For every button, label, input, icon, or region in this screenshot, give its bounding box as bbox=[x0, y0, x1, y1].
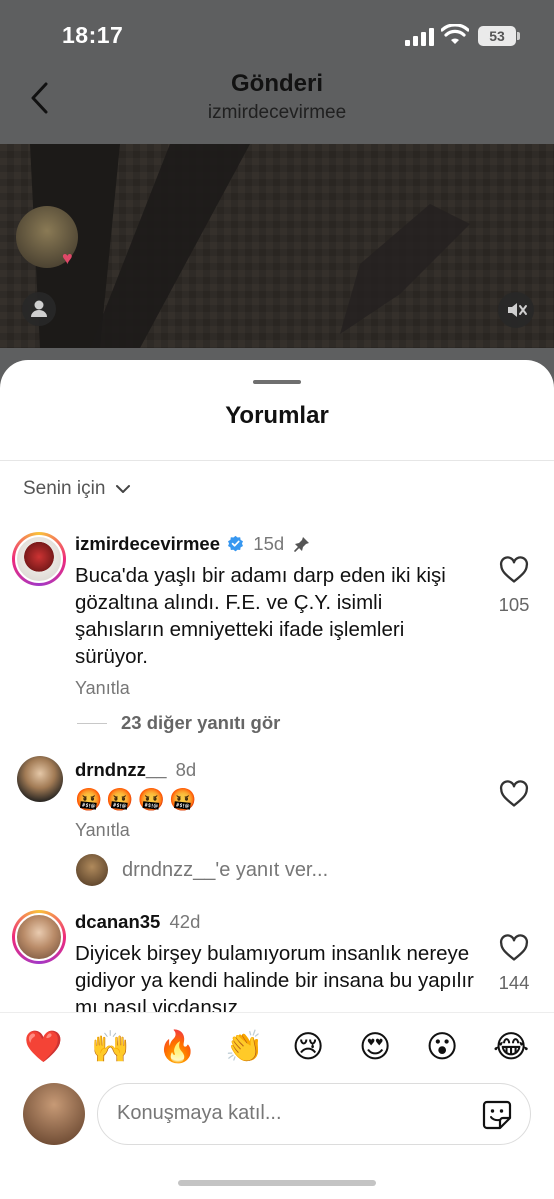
post-header: Gönderi izmirdecevirmee bbox=[0, 62, 554, 144]
heart-icon: ♥ bbox=[62, 248, 73, 268]
reply-prompt: drndnzz__'e yanıt ver... bbox=[122, 858, 329, 881]
reaction-clapping[interactable]: 👏 bbox=[225, 1029, 264, 1065]
comment-input-placeholder: Konuşmaya katıl... bbox=[117, 1102, 282, 1124]
sort-dropdown[interactable]: Senin için bbox=[23, 478, 131, 500]
wifi-icon bbox=[441, 24, 469, 44]
verified-badge-icon bbox=[228, 535, 244, 552]
my-avatar-small bbox=[76, 854, 108, 886]
view-replies-label: 23 diğer yanıtı gör bbox=[121, 712, 281, 733]
reply-to-comment-field[interactable]: drndnzz__'e yanıt ver... bbox=[76, 854, 328, 886]
reaction-heart-eyes[interactable]: 😍 bbox=[359, 1029, 391, 1065]
divider bbox=[0, 460, 554, 461]
reply-button[interactable]: Yanıtla bbox=[75, 820, 130, 841]
like-heart-icon[interactable] bbox=[498, 780, 530, 808]
like-count: 105 bbox=[498, 594, 530, 615]
reaction-laughing[interactable]: 😂 bbox=[493, 1029, 529, 1065]
comment-username[interactable]: drndnzz__ bbox=[75, 759, 166, 780]
reaction-surprised[interactable]: 😮 bbox=[426, 1029, 458, 1065]
composer-area: ❤️ 🙌 🔥 👏 😢 😍 😮 😂 Konuşmaya katıl... bbox=[0, 1012, 554, 1192]
cellular-signal-icon bbox=[405, 28, 435, 46]
my-avatar bbox=[23, 1083, 85, 1145]
reply-button[interactable]: Yanıtla bbox=[75, 678, 130, 699]
comment-text: Buca'da yaşlı bir adamı darp eden iki ki… bbox=[75, 564, 446, 668]
comment-age: 8d bbox=[175, 759, 197, 780]
comment-avatar[interactable] bbox=[12, 532, 66, 586]
like-heart-icon[interactable] bbox=[498, 556, 530, 584]
post-media[interactable]: ♥ bbox=[0, 144, 554, 348]
comments-title: Yorumlar bbox=[225, 402, 329, 429]
comment-text: Diyicek birşey bulamıyorum insanlık nere… bbox=[75, 942, 474, 1012]
like-heart-icon[interactable] bbox=[498, 934, 530, 962]
comment-avatar[interactable] bbox=[12, 910, 66, 964]
page-subtitle-username[interactable]: izmirdecevirmee bbox=[0, 102, 554, 124]
pin-icon bbox=[294, 537, 310, 552]
reaction-fire[interactable]: 🔥 bbox=[158, 1029, 197, 1065]
reaction-raising-hands[interactable]: 🙌 bbox=[91, 1029, 130, 1065]
status-time: 18:17 bbox=[62, 22, 124, 48]
comment-input[interactable]: Konuşmaya katıl... bbox=[97, 1083, 531, 1145]
comment-age: 15d bbox=[253, 533, 285, 554]
reaction-heart[interactable]: ❤️ bbox=[24, 1029, 63, 1065]
comments-sheet: Yorumlar Senin için izmirdecevirmee 15d … bbox=[0, 360, 554, 1199]
home-indicator bbox=[178, 1180, 376, 1186]
comment-text: 🤬🤬🤬🤬 bbox=[75, 787, 201, 812]
media-pixelated-image bbox=[0, 144, 554, 348]
view-replies-button[interactable]: 23 diğer yanıtı gör bbox=[77, 712, 280, 734]
like-count: 144 bbox=[498, 972, 530, 993]
sort-label: Senin için bbox=[23, 478, 106, 499]
comment-age: 42d bbox=[169, 911, 201, 932]
chevron-down-icon bbox=[116, 485, 131, 493]
page-title: Gönderi bbox=[230, 70, 323, 97]
status-bar: 18:17 53 bbox=[0, 0, 554, 70]
reaction-crying[interactable]: 😢 bbox=[292, 1029, 324, 1065]
battery-indicator: 53 bbox=[478, 26, 520, 46]
sheet-drag-handle[interactable] bbox=[253, 380, 301, 384]
user-tags-icon[interactable] bbox=[22, 292, 56, 326]
comment-avatar[interactable] bbox=[17, 756, 63, 802]
comment-header: dcanan35 42d bbox=[75, 911, 200, 933]
comment-header: drndnzz__ 8d bbox=[75, 759, 196, 781]
mute-icon[interactable] bbox=[498, 292, 534, 328]
sticker-icon[interactable] bbox=[480, 1098, 514, 1132]
comment-username[interactable]: dcanan35 bbox=[75, 911, 160, 932]
comment-username[interactable]: izmirdecevirmee bbox=[75, 533, 220, 554]
comment-header: izmirdecevirmee 15d bbox=[75, 533, 311, 555]
